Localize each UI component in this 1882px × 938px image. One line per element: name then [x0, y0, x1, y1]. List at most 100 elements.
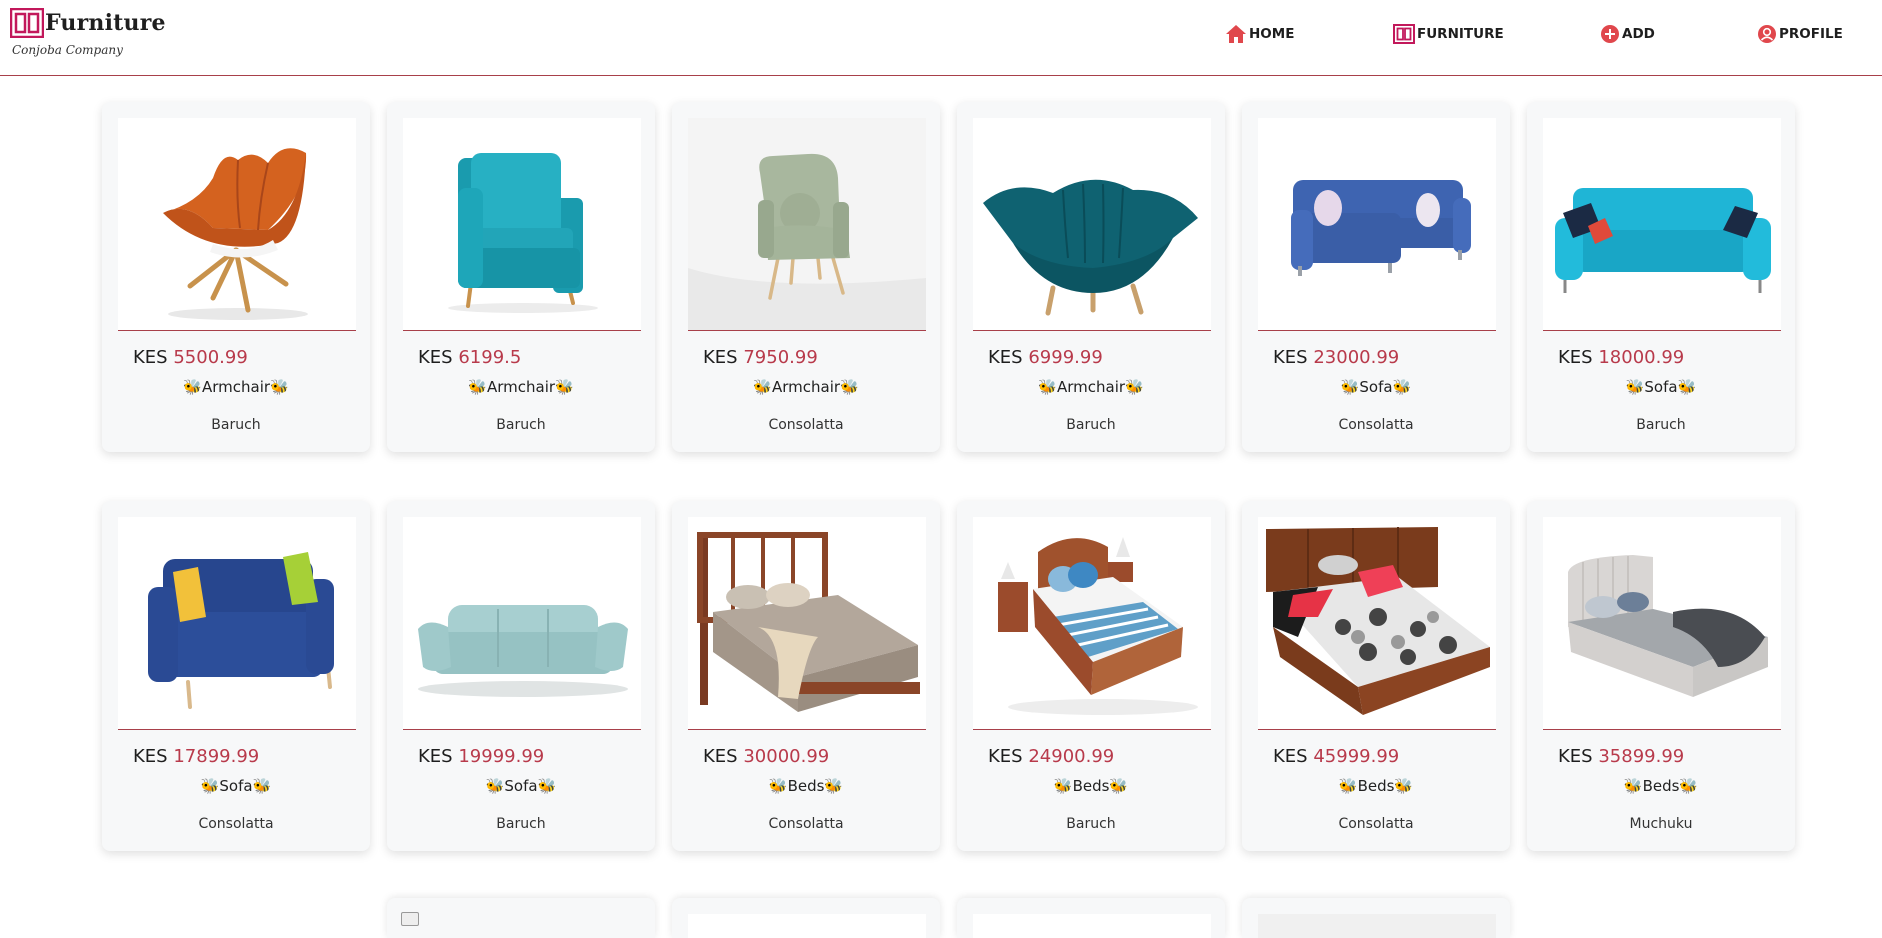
price-amount: 24900.99 [1028, 746, 1115, 767]
product-card-partial[interactable] [672, 898, 940, 938]
currency-label: KES [133, 347, 168, 368]
currency-label: KES [1273, 746, 1308, 767]
bee-icon: 🐝 [1625, 378, 1645, 396]
category-label: Armchair [771, 378, 841, 396]
product-image [403, 118, 641, 331]
bee-icon: 🐝 [270, 378, 289, 396]
nav-home[interactable]: HOME [1225, 24, 1294, 44]
product-image [1258, 118, 1496, 331]
category-label: Beds [1072, 777, 1110, 795]
category-label: Beds [1357, 777, 1395, 795]
product-seller: Baruch [1636, 417, 1686, 433]
product-image [118, 517, 356, 730]
broken-image-icon [401, 912, 419, 926]
category-label: Armchair [201, 378, 271, 396]
price-amount: 35899.99 [1598, 746, 1685, 767]
product-category: 🐝Armchair🐝 [957, 378, 1225, 396]
product-seller: Consolatta [1338, 417, 1414, 433]
product-card-partial[interactable] [957, 898, 1225, 938]
bee-icon: 🐝 [840, 378, 859, 396]
add-circle-icon [1601, 25, 1619, 43]
product-seller: Baruch [496, 816, 546, 832]
home-icon [1226, 25, 1246, 43]
product-category: 🐝Beds🐝 [957, 777, 1225, 795]
price-amount: 17899.99 [173, 746, 260, 767]
product-card[interactable]: KES 18000.99 🐝Sofa🐝 Baruch [1527, 102, 1795, 452]
bee-icon: 🐝 [1394, 777, 1414, 795]
product-price: KES 5500.99 [133, 347, 248, 368]
product-category: 🐝Sofa🐝 [387, 777, 655, 795]
product-seller: Consolatta [198, 816, 274, 832]
product-card[interactable]: KES 45999.99 🐝Beds🐝 Consolatta [1242, 501, 1510, 851]
product-seller: Consolatta [1338, 816, 1414, 832]
currency-label: KES [703, 347, 738, 368]
bee-icon: 🐝 [537, 777, 557, 795]
currency-label: KES [1273, 347, 1308, 368]
furniture-icon [1393, 24, 1415, 44]
product-seller: Baruch [211, 417, 261, 433]
product-price: KES 18000.99 [1558, 347, 1684, 368]
product-image [1543, 118, 1781, 331]
product-price: KES 24900.99 [988, 746, 1114, 767]
price-amount: 5500.99 [173, 347, 248, 368]
nav-profile[interactable]: PROFILE [1757, 24, 1843, 44]
product-card-partial[interactable] [1242, 898, 1510, 938]
price-amount: 30000.99 [743, 746, 830, 767]
bee-icon: 🐝 [1338, 777, 1358, 795]
product-card[interactable]: KES 23000.99 🐝Sofa🐝 Consolatta [1242, 102, 1510, 452]
currency-label: KES [418, 746, 453, 767]
category-label: Armchair [1056, 378, 1126, 396]
product-price: KES 35899.99 [1558, 746, 1684, 767]
product-card[interactable]: KES 30000.99 🐝Beds🐝 Consolatta [672, 501, 940, 851]
product-price: KES 30000.99 [703, 746, 829, 767]
product-category: 🐝Armchair🐝 [672, 378, 940, 396]
product-seller: Consolatta [768, 816, 844, 832]
bee-icon: 🐝 [468, 378, 487, 396]
bee-icon: 🐝 [1679, 777, 1699, 795]
nav-profile-label: PROFILE [1779, 26, 1843, 42]
product-image [688, 118, 926, 331]
brand[interactable]: Furniture Conjoba Company [10, 8, 166, 57]
product-price: KES 17899.99 [133, 746, 259, 767]
product-seller: Consolatta [768, 417, 844, 433]
price-amount: 23000.99 [1313, 347, 1400, 368]
product-card[interactable]: KES 19999.99 🐝Sofa🐝 Baruch [387, 501, 655, 851]
bee-icon: 🐝 [1623, 777, 1643, 795]
product-card[interactable]: KES 6999.99 🐝Armchair🐝 Baruch [957, 102, 1225, 452]
product-seller: Baruch [1066, 417, 1116, 433]
product-card[interactable]: KES 5500.99 🐝Armchair🐝 Baruch [102, 102, 370, 452]
bee-icon: 🐝 [1340, 378, 1360, 396]
currency-label: KES [1558, 347, 1593, 368]
product-card[interactable]: KES 7950.99 🐝Armchair🐝 Consolatta [672, 102, 940, 452]
price-amount: 19999.99 [458, 746, 545, 767]
product-image [118, 118, 356, 331]
product-card-partial[interactable] [387, 898, 655, 938]
product-category: 🐝Sofa🐝 [1242, 378, 1510, 396]
product-price: KES 45999.99 [1273, 746, 1399, 767]
product-category: 🐝Sofa🐝 [102, 777, 370, 795]
product-image [973, 517, 1211, 730]
price-amount: 6199.5 [458, 347, 522, 368]
brand-subtitle: Conjoba Company [12, 43, 123, 57]
nav-add[interactable]: ADD [1600, 24, 1655, 44]
product-seller: Muchuku [1629, 816, 1693, 832]
category-label: Armchair [486, 378, 556, 396]
product-price: KES 19999.99 [418, 746, 544, 767]
product-image [688, 517, 926, 730]
product-card[interactable]: KES 6199.5 🐝Armchair🐝 Baruch [387, 102, 655, 452]
currency-label: KES [988, 347, 1023, 368]
product-card[interactable]: KES 24900.99 🐝Beds🐝 Baruch [957, 501, 1225, 851]
product-card[interactable]: KES 17899.99 🐝Sofa🐝 Consolatta [102, 501, 370, 851]
product-category: 🐝Armchair🐝 [387, 378, 655, 396]
currency-label: KES [988, 746, 1023, 767]
bee-icon: 🐝 [485, 777, 505, 795]
product-card[interactable]: KES 35899.99 🐝Beds🐝 Muchuku [1527, 501, 1795, 851]
bee-icon: 🐝 [1677, 378, 1697, 396]
category-label: Sofa [1359, 378, 1393, 396]
furniture-logo-icon [10, 8, 44, 38]
bee-icon: 🐝 [252, 777, 272, 795]
bee-icon: 🐝 [1053, 777, 1073, 795]
category-label: Beds [1642, 777, 1680, 795]
nav-furniture[interactable]: FURNITURE [1393, 24, 1504, 44]
category-label: Beds [787, 777, 825, 795]
